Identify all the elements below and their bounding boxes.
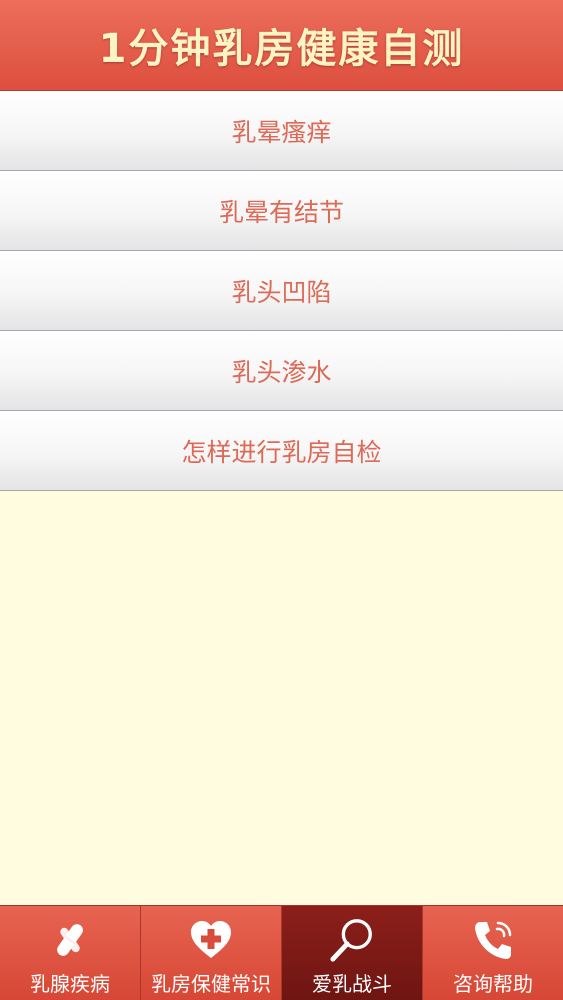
content-area — [0, 491, 563, 905]
menu-item-self-exam-guide[interactable]: 怎样进行乳房自检 — [0, 411, 563, 491]
menu-item-nipple-discharge[interactable]: 乳头渗水 — [0, 331, 563, 411]
menu-item-label: 乳晕瘙痒 — [231, 117, 332, 147]
menu-item-label: 怎样进行乳房自检 — [181, 437, 382, 467]
tab-consult-help[interactable]: 咨询帮助 — [423, 906, 563, 1000]
tab-label: 乳房保健常识 — [151, 972, 271, 996]
app-header: 1分钟乳房健康自测 — [0, 0, 563, 91]
menu-item-areola-itching[interactable]: 乳晕瘙痒 — [0, 91, 563, 171]
menu-item-areola-nodules[interactable]: 乳晕有结节 — [0, 171, 563, 251]
tab-breast-fight[interactable]: 爱乳战斗 — [282, 906, 423, 1000]
pills-icon — [46, 916, 94, 964]
phone-icon — [469, 916, 517, 964]
menu-item-label: 乳晕有结节 — [218, 197, 344, 227]
magnifier-icon — [328, 916, 376, 964]
tab-label: 咨询帮助 — [453, 972, 533, 996]
tab-label: 乳腺疾病 — [30, 972, 110, 996]
symptom-menu-list: 乳晕瘙痒 乳晕有结节 乳头凹陷 乳头渗水 怎样进行乳房自检 — [0, 91, 563, 491]
tab-breast-care-knowledge[interactable]: 乳房保健常识 — [141, 906, 282, 1000]
menu-item-label: 乳头渗水 — [231, 357, 332, 387]
tab-breast-diseases[interactable]: 乳腺疾病 — [0, 906, 141, 1000]
tab-label: 爱乳战斗 — [312, 972, 392, 996]
page-title: 1分钟乳房健康自测 — [98, 26, 465, 72]
menu-item-nipple-inversion[interactable]: 乳头凹陷 — [0, 251, 563, 331]
heart-plus-icon — [187, 916, 235, 964]
bottom-tab-bar: 乳腺疾病 乳房保健常识 爱乳战斗 咨询帮助 — [0, 905, 563, 1000]
menu-item-label: 乳头凹陷 — [231, 277, 332, 307]
